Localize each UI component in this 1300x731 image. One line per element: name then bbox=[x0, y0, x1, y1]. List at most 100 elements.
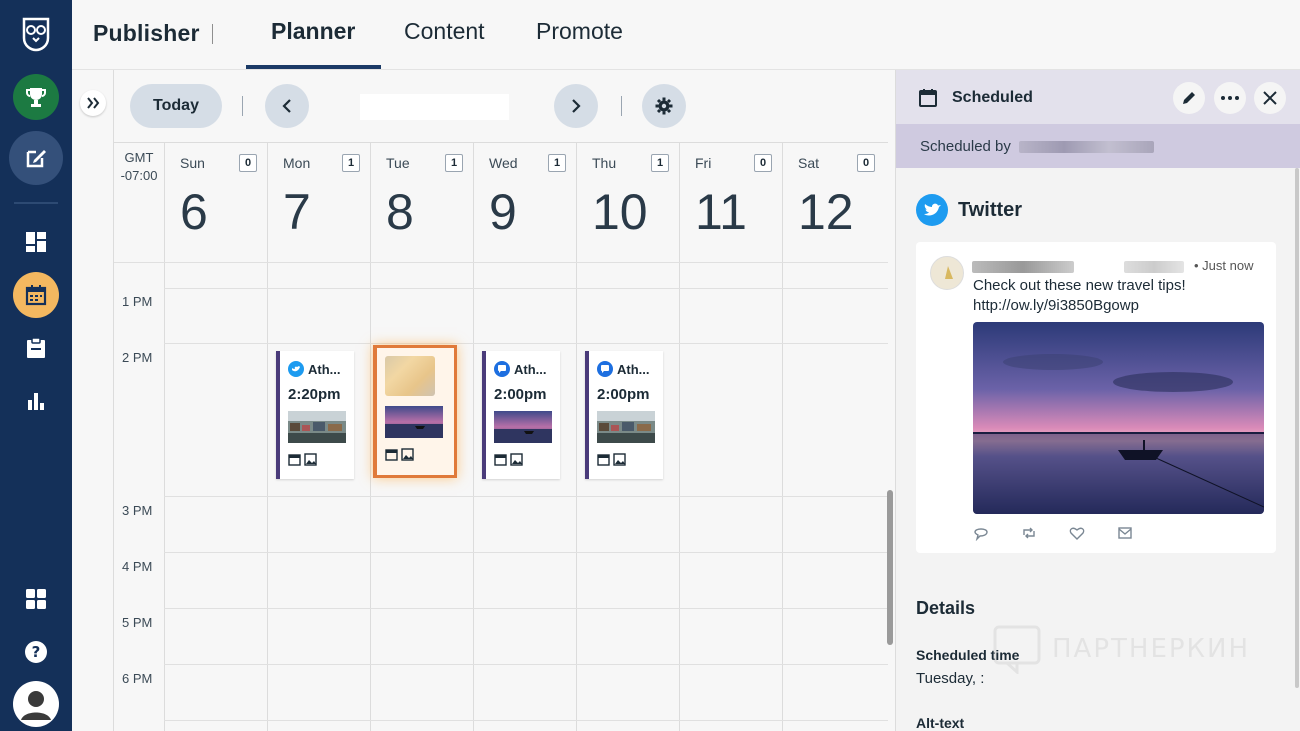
post-title: Ath... bbox=[288, 361, 341, 377]
svg-text:?: ? bbox=[32, 643, 41, 661]
day-post-count: 1 bbox=[445, 154, 463, 172]
tweet-link[interactable]: http://ow.ly/9i3850Bgowp bbox=[973, 296, 1263, 316]
more-options-icon[interactable] bbox=[1214, 82, 1246, 114]
image-small-icon bbox=[613, 453, 626, 466]
hour-line bbox=[164, 608, 888, 609]
expand-sidebar-button[interactable] bbox=[80, 90, 106, 116]
hour-label: 3 PM bbox=[122, 503, 153, 518]
day-post-count: 1 bbox=[342, 154, 360, 172]
watermark: ПАРТНЕРКИН bbox=[992, 624, 1250, 674]
avatar-icon[interactable] bbox=[13, 681, 59, 727]
compose-icon[interactable] bbox=[9, 131, 63, 185]
twitter-icon bbox=[916, 194, 948, 226]
dashboard-icon[interactable] bbox=[13, 219, 59, 265]
rail-divider bbox=[14, 202, 58, 204]
toolbar-divider bbox=[621, 96, 622, 116]
hour-label: 1 PM bbox=[122, 294, 153, 309]
day-column-sun[interactable]: Sun 0 6 bbox=[164, 143, 267, 731]
redacted-username bbox=[1019, 141, 1155, 154]
post-meta-icons bbox=[494, 453, 523, 466]
post-meta-icons bbox=[385, 448, 414, 461]
hour-label: 6 PM bbox=[122, 671, 153, 686]
day-post-count: 1 bbox=[548, 154, 566, 172]
help-icon[interactable]: ? bbox=[13, 629, 59, 675]
day-number: 7 bbox=[283, 184, 311, 240]
previous-week-button[interactable] bbox=[265, 84, 309, 128]
scheduled-post-card[interactable]: Ath... 2:00pm bbox=[482, 351, 560, 479]
day-name: Sun bbox=[180, 155, 205, 171]
calendar-toolbar: Today bbox=[114, 70, 895, 142]
post-image-thumbnail bbox=[288, 411, 346, 443]
image-small-icon bbox=[401, 448, 414, 461]
hour-label: 5 PM bbox=[122, 615, 153, 630]
calendar-pane: Today GMT -07:00 Sun 0 6 Mon 1 7 Tue 1 8… bbox=[113, 70, 894, 731]
day-name: Mon bbox=[283, 155, 311, 171]
today-button[interactable]: Today bbox=[130, 84, 222, 128]
analytics-icon[interactable] bbox=[13, 378, 59, 424]
calendar-small-icon bbox=[385, 449, 398, 461]
twitter-icon bbox=[288, 361, 304, 377]
apps-icon[interactable] bbox=[13, 576, 59, 622]
timezone-label: GMT -07:00 bbox=[120, 150, 158, 183]
like-heart-icon bbox=[1069, 527, 1085, 540]
calendar-icon[interactable] bbox=[13, 272, 59, 318]
calendar-small-icon bbox=[288, 454, 301, 466]
calendar-scrollbar[interactable] bbox=[887, 490, 893, 645]
close-icon[interactable] bbox=[1254, 82, 1286, 114]
reply-icon bbox=[974, 528, 988, 541]
messenger-icon bbox=[494, 361, 510, 377]
scheduled-by-bar: Scheduled by bbox=[896, 124, 1300, 168]
panel-header: Scheduled bbox=[896, 70, 1300, 124]
panel-status-title: Scheduled bbox=[952, 89, 1033, 106]
edit-pencil-icon[interactable] bbox=[1173, 82, 1205, 114]
hour-line bbox=[164, 720, 888, 721]
day-number: 11 bbox=[695, 184, 747, 240]
calendar-icon bbox=[919, 89, 937, 107]
next-week-button[interactable] bbox=[554, 84, 598, 128]
tweet-image[interactable] bbox=[973, 322, 1264, 514]
day-name: Wed bbox=[489, 155, 518, 171]
owl-logo-icon[interactable] bbox=[13, 11, 59, 57]
day-name: Sat bbox=[798, 155, 820, 171]
day-number: 6 bbox=[180, 184, 208, 240]
retweet-icon bbox=[1023, 527, 1035, 539]
day-column-fri[interactable]: Fri 0 11 bbox=[679, 143, 782, 731]
trophy-icon[interactable] bbox=[13, 74, 59, 120]
brand-title: Publisher bbox=[93, 20, 200, 46]
tab-content[interactable]: Content bbox=[404, 18, 485, 70]
scheduled-post-card[interactable]: Ath... 2:00pm bbox=[585, 351, 663, 479]
hour-line bbox=[164, 343, 888, 344]
settings-gear-icon[interactable] bbox=[642, 84, 686, 128]
post-meta-icons bbox=[288, 453, 317, 466]
scheduled-post-card[interactable]: Ath... 2:20pm bbox=[276, 351, 354, 479]
hour-line bbox=[164, 664, 888, 665]
profile-avatar bbox=[930, 256, 964, 290]
calendar-small-icon bbox=[494, 454, 507, 466]
post-time: 2:20pm bbox=[288, 386, 341, 403]
hour-line bbox=[164, 288, 888, 289]
panel-scrollbar[interactable] bbox=[1295, 168, 1299, 688]
alt-text-label: Alt-text bbox=[916, 715, 965, 731]
tweet-time: • Just now bbox=[1194, 258, 1254, 273]
calendar-area: Today GMT -07:00 Sun 0 6 Mon 1 7 Tue 1 8… bbox=[72, 70, 894, 731]
post-image-thumbnail bbox=[385, 406, 443, 438]
scheduled-time-value: Tuesday, : bbox=[916, 670, 985, 687]
tweet-actions bbox=[973, 525, 1133, 541]
message-icon bbox=[1118, 527, 1132, 539]
day-post-count: 0 bbox=[754, 154, 772, 172]
post-image-thumbnail bbox=[597, 411, 655, 443]
post-time: 2:00pm bbox=[597, 386, 650, 403]
active-tab-indicator bbox=[246, 65, 381, 69]
post-title: Ath... bbox=[597, 361, 650, 377]
hour-line bbox=[114, 262, 888, 263]
tab-planner[interactable]: Planner bbox=[271, 18, 355, 70]
tab-promote[interactable]: Promote bbox=[536, 18, 623, 70]
scheduled-post-card-selected[interactable] bbox=[373, 345, 457, 478]
calendar-small-icon bbox=[597, 454, 610, 466]
day-post-count: 0 bbox=[857, 154, 875, 172]
post-meta-icons bbox=[597, 453, 626, 466]
day-column-sat[interactable]: Sat 0 12 bbox=[782, 143, 885, 731]
hour-label: 4 PM bbox=[122, 559, 153, 574]
clipboard-icon[interactable] bbox=[13, 325, 59, 371]
date-range-label bbox=[360, 94, 509, 120]
